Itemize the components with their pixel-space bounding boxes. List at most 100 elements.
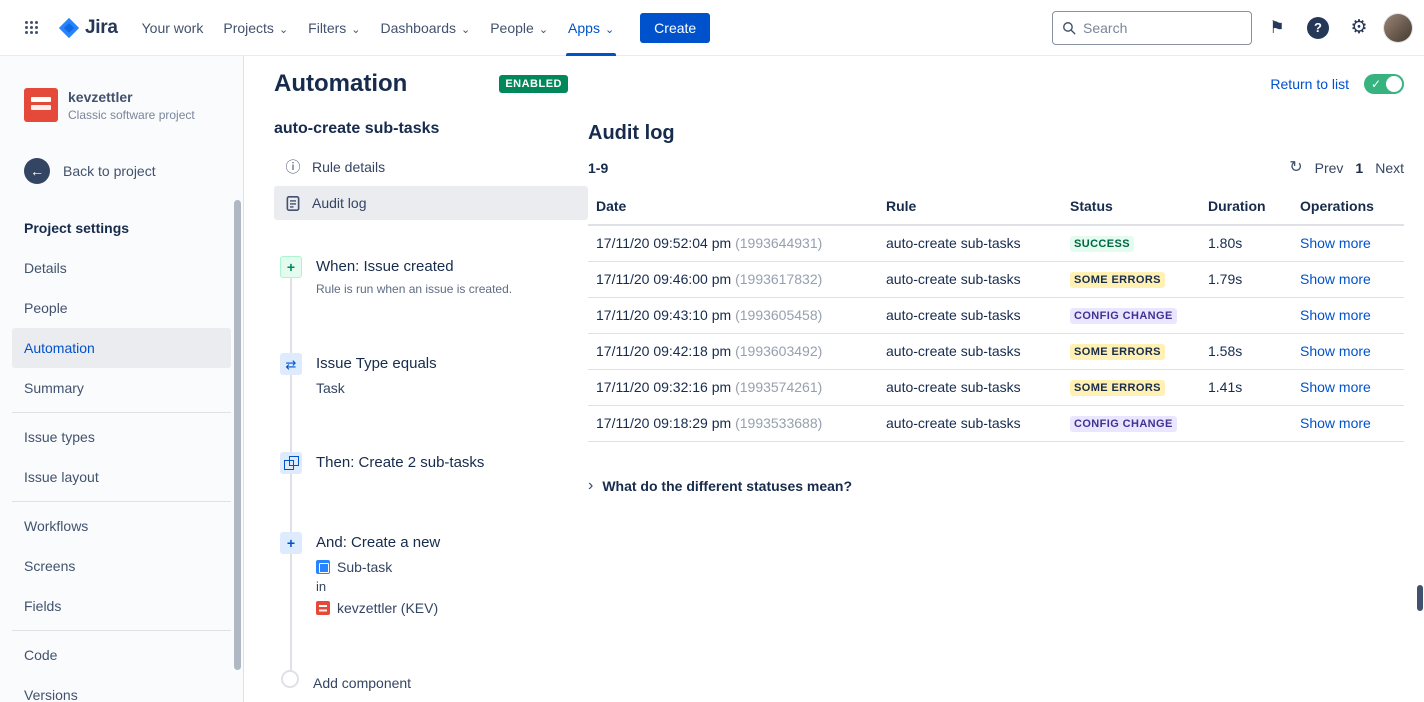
cell-operations: Show more	[1292, 261, 1404, 297]
sidebar-item-workflows[interactable]: Workflows	[12, 506, 231, 546]
audit-row-3: 17/11/20 09:42:18 pm (1993603492) auto-c…	[588, 333, 1404, 369]
branch-issue-type: Sub-task	[316, 557, 440, 577]
cell-duration: 1.79s	[1200, 261, 1292, 297]
audit-id: (1993617832)	[735, 271, 822, 287]
pagination-prev[interactable]: Prev	[1315, 160, 1344, 176]
jira-logo-text: Jira	[85, 17, 118, 39]
status-lozenge: SOME ERRORS	[1070, 380, 1165, 396]
sidebar-scrollbar[interactable]	[234, 200, 241, 670]
gear-icon: ⚙	[1350, 16, 1367, 39]
back-arrow-icon: ←	[24, 158, 50, 184]
trigger-plus-icon: +	[280, 256, 302, 278]
sidebar-divider	[12, 501, 231, 502]
settings-button[interactable]: ⚙	[1343, 12, 1375, 44]
clone-icon	[280, 452, 302, 474]
info-icon: ⓘ	[285, 160, 301, 175]
tab-rule-details[interactable]: ⓘ Rule details	[274, 150, 588, 184]
chevron-down-icon: ⌄	[351, 23, 360, 36]
jira-logo[interactable]: Jira	[58, 17, 118, 39]
chevron-down-icon: ⌄	[461, 23, 470, 36]
nav-dashboards[interactable]: Dashboards ⌄	[371, 0, 481, 56]
audit-row-2: 17/11/20 09:43:10 pm (1993605458) auto-c…	[588, 297, 1404, 333]
project-avatar-icon	[24, 88, 58, 122]
rule-timeline: + When: Issue created Rule is run when a…	[274, 256, 588, 693]
audit-id: (1993644931)	[735, 235, 822, 251]
show-more-link[interactable]: Show more	[1300, 271, 1371, 287]
cell-duration: 1.41s	[1200, 369, 1292, 405]
back-to-project-link[interactable]: ← Back to project	[24, 158, 219, 184]
show-more-link[interactable]: Show more	[1300, 235, 1371, 251]
sidebar-divider	[12, 630, 231, 631]
statuses-question-label: What do the different statuses mean?	[602, 478, 852, 494]
condition-block[interactable]: ⇄ Issue Type equals Task	[274, 353, 588, 398]
page-header: Automation ENABLED Return to list ✓	[274, 66, 1404, 102]
branch-plus-icon: +	[280, 532, 302, 554]
cell-rule: auto-create sub-tasks	[878, 261, 1062, 297]
cell-date: 17/11/20 09:42:18 pm (1993603492)	[588, 333, 878, 369]
sidebar-item-summary[interactable]: Summary	[12, 368, 231, 408]
app-switcher-button[interactable]	[16, 12, 48, 44]
trigger-block[interactable]: + When: Issue created Rule is run when a…	[274, 256, 588, 297]
sidebar-section-title: Project settings	[24, 220, 219, 236]
sidebar-item-issue-types[interactable]: Issue types	[12, 417, 231, 457]
toggle-knob	[1386, 76, 1402, 92]
audit-table-header: Date Rule Status Duration Operations	[588, 188, 1404, 225]
nav-projects[interactable]: Projects ⌄	[213, 0, 298, 56]
sidebar-item-people[interactable]: People	[12, 288, 231, 328]
action-block[interactable]: Then: Create 2 sub-tasks	[274, 452, 588, 474]
help-icon: ?	[1307, 17, 1329, 39]
sidebar-item-issue-layout[interactable]: Issue layout	[12, 457, 231, 497]
create-button[interactable]: Create	[640, 13, 710, 43]
rule-enabled-toggle[interactable]: ✓	[1364, 74, 1404, 94]
show-more-link[interactable]: Show more	[1300, 415, 1371, 431]
top-navigation: Jira Your work Projects ⌄ Filters ⌄ Dash…	[0, 0, 1424, 56]
sidebar-item-code[interactable]: Code	[12, 635, 231, 675]
show-more-link[interactable]: Show more	[1300, 307, 1371, 323]
cell-status: CONFIG CHANGE	[1062, 297, 1200, 333]
audit-row-5: 17/11/20 09:18:29 pm (1993533688) auto-c…	[588, 405, 1404, 441]
cell-duration	[1200, 297, 1292, 333]
branch-block[interactable]: + And: Create a new Sub-task in kevzettl…	[274, 532, 588, 618]
primary-nav: Your work Projects ⌄ Filters ⌄ Dashboard…	[132, 0, 625, 56]
sidebar-item-automation[interactable]: Automation	[12, 328, 231, 368]
sidebar-item-fields[interactable]: Fields	[12, 586, 231, 626]
pagination-next[interactable]: Next	[1375, 160, 1404, 176]
sidebar-item-details[interactable]: Details	[12, 248, 231, 288]
check-icon: ✓	[1371, 76, 1381, 92]
add-component-row[interactable]: Add component	[274, 670, 588, 693]
audit-row-4: 17/11/20 09:32:16 pm (1993574261) auto-c…	[588, 369, 1404, 405]
cell-operations: Show more	[1292, 405, 1404, 441]
chevron-down-icon: ⌄	[605, 23, 614, 36]
nav-filters[interactable]: Filters ⌄	[298, 0, 370, 56]
audit-row-0: 17/11/20 09:52:04 pm (1993644931) auto-c…	[588, 225, 1404, 261]
sidebar-item-versions[interactable]: Versions	[12, 675, 231, 702]
nav-people[interactable]: People ⌄	[480, 0, 558, 56]
document-icon	[285, 196, 301, 211]
statuses-info-toggle[interactable]: › What do the different statuses mean?	[588, 478, 1404, 494]
window-scrollbar[interactable]	[1417, 585, 1423, 611]
announcement-button[interactable]: ⚑	[1261, 12, 1293, 44]
cell-status: SOME ERRORS	[1062, 369, 1200, 405]
subtask-icon	[316, 560, 330, 574]
user-avatar[interactable]	[1384, 14, 1412, 42]
cell-date: 17/11/20 09:46:00 pm (1993617832)	[588, 261, 878, 297]
search-input[interactable]	[1083, 20, 1242, 36]
show-more-link[interactable]: Show more	[1300, 343, 1371, 359]
sidebar-item-screens[interactable]: Screens	[12, 546, 231, 586]
col-header-date: Date	[588, 188, 878, 225]
refresh-icon[interactable]: ↻	[1289, 160, 1302, 176]
cell-rule: auto-create sub-tasks	[878, 369, 1062, 405]
audit-log-table: Date Rule Status Duration Operations 17/…	[588, 188, 1404, 442]
rule-panel: auto-create sub-tasks ⓘ Rule details Aud…	[274, 116, 588, 693]
project-name: kevzettler	[68, 89, 195, 105]
tab-audit-log[interactable]: Audit log	[274, 186, 588, 220]
return-to-list-link[interactable]: Return to list	[1270, 76, 1349, 92]
show-more-link[interactable]: Show more	[1300, 379, 1371, 395]
col-header-status: Status	[1062, 188, 1200, 225]
nav-apps[interactable]: Apps ⌄	[558, 0, 624, 56]
help-button[interactable]: ?	[1302, 12, 1334, 44]
pagination-page-1[interactable]: 1	[1355, 160, 1363, 176]
cell-operations: Show more	[1292, 369, 1404, 405]
nav-your-work[interactable]: Your work	[132, 0, 214, 56]
project-type: Classic software project	[68, 108, 195, 122]
